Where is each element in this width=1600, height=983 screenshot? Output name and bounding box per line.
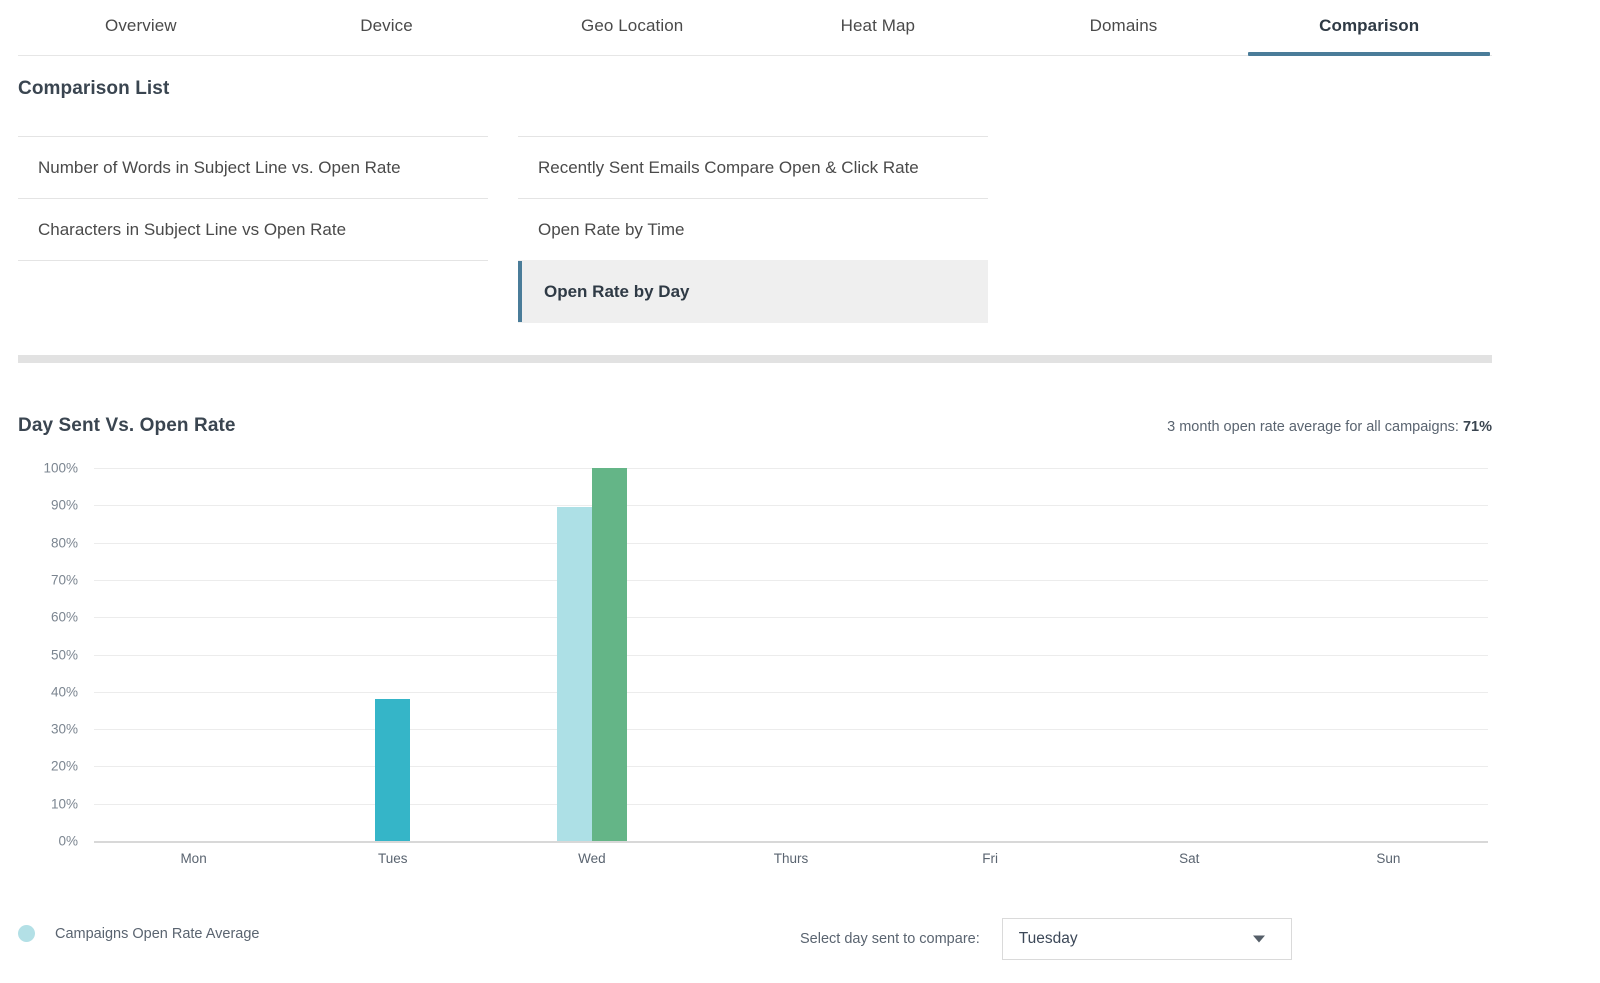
x-axis-tick-label: Sun <box>1376 851 1401 866</box>
day-compare-value: Tuesday <box>1018 930 1078 947</box>
chart-average-note: 3 month open rate average for all campai… <box>1167 419 1492 435</box>
y-axis-tick-label: 60% <box>50 609 78 625</box>
comparison-list-title: Comparison List <box>18 78 170 99</box>
bar-group-mon <box>94 468 293 841</box>
y-axis-tick-label: 30% <box>50 721 78 737</box>
tab-label: Domains <box>1089 16 1158 35</box>
chart-bars <box>94 468 1488 841</box>
chart-average-note-text: 3 month open rate average for all campai… <box>1167 419 1463 435</box>
legend-dot-icon <box>18 925 35 942</box>
bar-group-wed <box>492 468 691 841</box>
tab-overview[interactable]: Overview <box>18 0 264 56</box>
chevron-down-icon <box>1252 935 1265 943</box>
bar-group-tues <box>293 468 492 841</box>
y-axis-tick-label: 10% <box>50 796 78 812</box>
comparison-page: Overview Device Geo Location Heat Map Do… <box>0 0 1600 983</box>
list-item[interactable]: Recently Sent Emails Compare Open & Clic… <box>518 136 988 198</box>
list-item[interactable]: Number of Words in Subject Line vs. Open… <box>18 136 488 198</box>
tab-label: Geo Location <box>581 16 684 35</box>
list-item-selected[interactable]: Open Rate by Day <box>518 260 988 323</box>
chart-plot-area <box>94 468 1488 843</box>
y-axis-tick-label: 0% <box>58 833 78 849</box>
chart-legend: Campaigns Open Rate Average <box>18 925 259 942</box>
comparison-list: Number of Words in Subject Line vs. Open… <box>18 136 988 323</box>
bar[interactable] <box>375 699 411 841</box>
x-axis-tick-label: Mon <box>180 851 207 866</box>
analytics-tab-bar: Overview Device Geo Location Heat Map Do… <box>18 0 1492 56</box>
tab-comparison[interactable]: Comparison <box>1246 0 1492 56</box>
day-sent-vs-open-rate-chart: 100% 90% 80% 70% 60% 50% 40% 30% 20% 10% 0% Mon Tue… <box>18 461 1492 878</box>
x-axis-tick-label: Thurs <box>773 851 809 866</box>
chart-baseline <box>94 841 1488 843</box>
tab-heat-map[interactable]: Heat Map <box>755 0 1001 56</box>
y-axis-tick-label: 80% <box>50 535 78 551</box>
bar[interactable] <box>556 507 592 841</box>
chart-y-axis: 100% 90% 80% 70% 60% 50% 40% 30% 20% 10% 0% <box>18 461 86 849</box>
bar-group-fri <box>891 468 1090 841</box>
chart-title: Day Sent Vs. Open Rate <box>18 415 236 436</box>
bar-group-sat <box>1090 468 1289 841</box>
y-axis-tick-label: 20% <box>50 758 78 774</box>
y-axis-tick-label: 90% <box>50 497 78 513</box>
y-axis-tick-label: 50% <box>50 647 78 662</box>
comparison-list-column-left: Number of Words in Subject Line vs. Open… <box>18 136 488 323</box>
x-axis-tick-label: Wed <box>578 851 606 866</box>
tab-geo-location[interactable]: Geo Location <box>509 0 755 56</box>
bar-group-thurs <box>691 468 890 841</box>
day-compare-label: Select day sent to compare: <box>800 931 980 947</box>
y-axis-tick-label: 40% <box>50 684 78 700</box>
section-divider <box>18 355 1492 363</box>
x-axis-tick-label: Fri <box>982 851 998 866</box>
tab-domains[interactable]: Domains <box>1001 0 1247 56</box>
x-axis-tick-label: Sat <box>1179 851 1200 866</box>
y-axis-tick-label: 70% <box>50 572 78 588</box>
tab-label: Heat Map <box>840 16 916 35</box>
bar-group-sun <box>1289 468 1488 841</box>
x-axis-tick-label: Tues <box>377 851 408 866</box>
list-item[interactable]: Characters in Subject Line vs Open Rate <box>18 198 488 261</box>
legend-label: Campaigns Open Rate Average <box>55 925 260 942</box>
day-compare-dropdown[interactable]: Tuesday <box>1001 918 1292 960</box>
day-compare-selector: Select day sent to compare: Tuesday <box>800 918 1292 960</box>
chart-average-note-value: 71% <box>1462 419 1492 435</box>
bar[interactable] <box>591 468 627 841</box>
y-axis-tick-label: 100% <box>43 460 78 476</box>
tab-device[interactable]: Device <box>264 0 510 56</box>
tab-label: Overview <box>105 16 177 35</box>
list-item[interactable]: Open Rate by Time <box>518 198 988 260</box>
tab-label: Device <box>360 16 413 35</box>
tab-label: Comparison <box>1319 16 1420 35</box>
comparison-list-column-right: Recently Sent Emails Compare Open & Clic… <box>518 136 988 323</box>
chart-x-axis: Mon Tues Wed Thurs Fri Sat Sun <box>94 851 1488 877</box>
